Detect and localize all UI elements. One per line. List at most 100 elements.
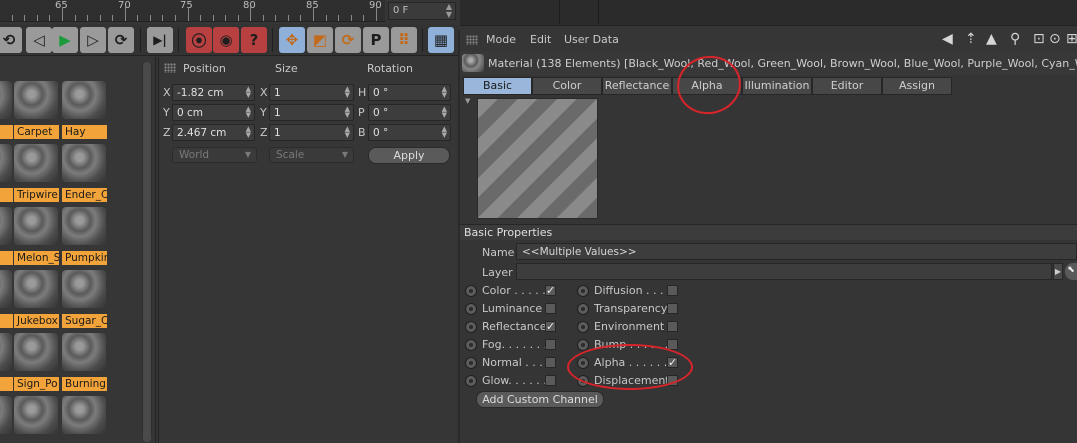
channel-checkbox[interactable] [545, 339, 556, 350]
stepper-arrows-icon[interactable]: ▲ ▼ [246, 86, 251, 99]
menu-edit[interactable]: Edit [530, 33, 551, 46]
collapse-triangle-icon[interactable]: ▼ [465, 97, 470, 105]
stepper-arrows-icon[interactable]: ▲ ▼ [442, 106, 447, 119]
channel-checkbox[interactable] [667, 321, 678, 332]
material-label[interactable] [0, 314, 13, 328]
size-field[interactable]: 1 ▲ ▼ [269, 124, 354, 141]
channel-radio[interactable] [465, 303, 477, 315]
material-thumbnail[interactable] [62, 207, 106, 245]
up-arrow-icon[interactable]: ▲ [986, 31, 997, 47]
goto-start-button[interactable]: ⟲ [0, 27, 22, 53]
add-custom-channel-button[interactable]: Add Custom Channel [476, 391, 604, 408]
material-label[interactable]: Pumpkin [62, 251, 107, 265]
stepper-arrows-icon[interactable]: ▲ ▼ [446, 3, 452, 19]
material-label[interactable]: Tripwire [14, 188, 59, 202]
prev-keyframe-button[interactable]: ◁ [26, 27, 52, 53]
material-label[interactable]: Jukebox [14, 314, 59, 328]
material-thumbnail[interactable] [14, 333, 58, 371]
material-thumbnail[interactable] [62, 144, 106, 182]
channel-radio[interactable] [577, 303, 589, 315]
name-field[interactable]: <<Multiple Values>> [516, 243, 1077, 260]
channel-radio[interactable] [465, 285, 477, 297]
stepper-arrows-icon[interactable]: ▲ ▼ [345, 106, 350, 119]
menu-user-data[interactable]: User Data [564, 33, 619, 46]
scale-mode-dropdown[interactable]: Scale ▼ [269, 147, 354, 163]
channel-radio[interactable] [577, 285, 589, 297]
position-field[interactable]: -1.82 cm ▲ ▼ [172, 84, 255, 101]
size-field[interactable]: 1 ▲ ▼ [269, 104, 354, 121]
channel-checkbox[interactable] [667, 303, 678, 314]
goto-end-button[interactable]: ⟳ [108, 27, 134, 53]
channel-checkbox[interactable] [545, 375, 556, 386]
channel-checkbox[interactable]: ✓ [545, 321, 556, 332]
material-label[interactable]: er [0, 377, 13, 391]
rotation-key-button[interactable]: ⟳ [335, 27, 361, 53]
channel-checkbox[interactable] [545, 303, 556, 314]
layer-picker-icon[interactable]: ⬉ [1065, 263, 1077, 280]
section-header[interactable]: Basic Properties [460, 224, 1077, 240]
material-thumbnail[interactable] [0, 144, 12, 182]
channel-checkbox[interactable]: ✓ [545, 285, 556, 296]
menu-mode[interactable]: Mode [486, 33, 516, 46]
channel-radio[interactable] [465, 375, 477, 387]
material-thumbnail[interactable] [0, 207, 12, 245]
next-keyframe-button[interactable]: ▷ [80, 27, 106, 53]
back-arrow-icon[interactable]: ◀ [942, 31, 953, 47]
material-label[interactable]: Hay [62, 125, 107, 139]
channel-radio[interactable] [465, 321, 477, 333]
tab-editor[interactable]: Editor [812, 77, 882, 95]
material-thumbnail[interactable] [0, 81, 12, 119]
channel-checkbox[interactable] [667, 285, 678, 296]
material-thumbnail[interactable] [14, 396, 58, 434]
coordinate-space-dropdown[interactable]: World ▼ [172, 147, 257, 163]
autokey-button[interactable]: ◉ [213, 27, 239, 53]
stepper-arrows-icon[interactable]: ▲ ▼ [442, 126, 447, 139]
material-thumbnail[interactable] [14, 144, 58, 182]
rotation-field[interactable]: 0 ° ▲ ▼ [368, 124, 451, 141]
parameter-key-button[interactable]: P [363, 27, 389, 53]
material-thumbnail[interactable] [0, 270, 12, 308]
position-field[interactable]: 0 cm ▲ ▼ [172, 104, 255, 121]
record-key-button[interactable]: ⦿ [186, 27, 212, 53]
stepper-arrows-icon[interactable]: ▲ ▼ [246, 106, 251, 119]
film-button[interactable]: ▦ [428, 27, 454, 53]
material-scrollbar-thumb[interactable] [143, 62, 151, 442]
material-label[interactable]: Sugar_C [62, 314, 107, 328]
position-key-button[interactable]: ✥ [279, 27, 305, 53]
tab-reflectance[interactable]: Reflectance [602, 77, 672, 95]
channel-radio[interactable] [577, 321, 589, 333]
tab-basic[interactable]: Basic [463, 77, 532, 95]
layer-field[interactable] [516, 263, 1052, 280]
material-label[interactable]: Ender_C [62, 188, 107, 202]
panel-grip-icon[interactable] [466, 35, 478, 45]
tab-assign[interactable]: Assign [882, 77, 952, 95]
settings-icon[interactable]: ⊙ [1049, 31, 1061, 47]
material-thumbnail[interactable] [62, 396, 106, 434]
apply-button[interactable]: Apply [368, 147, 450, 164]
material-thumbnail[interactable] [0, 333, 12, 371]
stepper-arrows-icon[interactable]: ▲ ▼ [345, 86, 350, 99]
end-marker-button[interactable]: ▶| [147, 27, 173, 53]
forward-arrow-icon[interactable]: ⇡ [965, 31, 977, 47]
material-label[interactable] [0, 251, 13, 265]
material-thumbnail[interactable] [14, 81, 58, 119]
channel-radio[interactable] [465, 339, 477, 351]
stepper-arrows-icon[interactable]: ▲ ▼ [345, 126, 350, 139]
tab-color[interactable]: Color [532, 77, 602, 95]
rotation-field[interactable]: 0 ° ▲ ▼ [368, 104, 451, 121]
material-thumbnail[interactable] [14, 207, 58, 245]
keyframe-selection-button[interactable]: ? [241, 27, 267, 53]
current-frame-field[interactable]: 0 F ▲ ▼ [388, 2, 456, 20]
material-label[interactable]: ot [0, 125, 13, 139]
material-label[interactable]: Sign_Po [14, 377, 59, 391]
material-thumbnail[interactable] [62, 270, 106, 308]
search-icon[interactable]: ⚲ [1010, 31, 1020, 47]
point-level-button[interactable]: ⠿ [391, 27, 417, 53]
rotation-field[interactable]: 0 ° ▲ ▼ [368, 84, 451, 101]
material-label[interactable]: Burning [62, 377, 107, 391]
material-label[interactable]: ot [0, 188, 13, 202]
position-field[interactable]: 2.467 cm ▲ ▼ [172, 124, 255, 141]
channel-checkbox[interactable] [545, 357, 556, 368]
layer-arrow-icon[interactable]: ▶ [1053, 263, 1063, 280]
lock-icon[interactable]: ⊡ [1033, 31, 1045, 47]
